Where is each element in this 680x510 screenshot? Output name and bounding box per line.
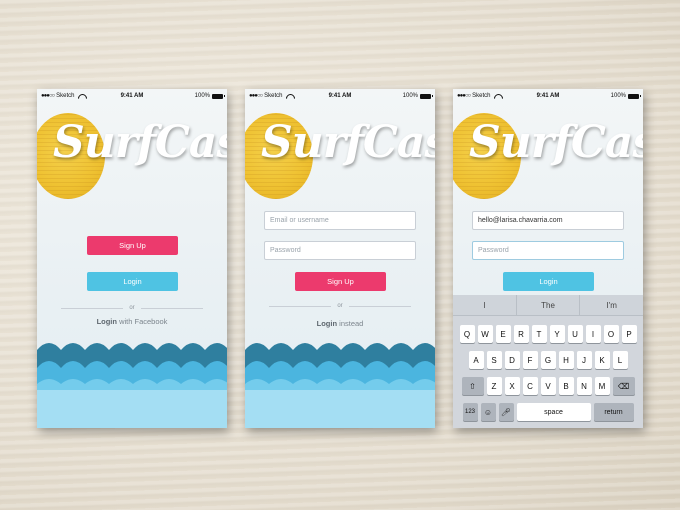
key[interactable]: J: [576, 351, 592, 369]
key[interactable]: K: [594, 351, 610, 369]
email-field[interactable]: hello@larisa.chavarria.com: [472, 211, 624, 230]
shift-key[interactable]: ⇧: [461, 377, 484, 395]
key[interactable]: E: [495, 325, 511, 343]
key[interactable]: V: [540, 377, 556, 395]
status-bar: ●●●○○ Sketch 9:41 AM 100%: [245, 89, 435, 103]
key[interactable]: I: [585, 325, 601, 343]
key[interactable]: D: [504, 351, 520, 369]
login-with-facebook-link[interactable]: Login with Facebook: [37, 317, 227, 326]
status-bar: ●●●○○ Sketch 9:41 AM 100%: [453, 89, 643, 103]
suggestion-item[interactable]: I'm: [579, 295, 643, 315]
phone-screen-welcome: ●●●○○Sketch 9:41 AM 100% SurfCast Sign U…: [37, 89, 227, 428]
link-rest: with Facebook: [116, 317, 168, 326]
status-bar: ●●●○○ Sketch 9:41 AM 100%: [37, 89, 227, 103]
or-divider: or: [269, 302, 411, 310]
or-divider: or: [61, 304, 203, 312]
space-key[interactable]: space: [516, 403, 591, 421]
link-bold: Login: [316, 319, 338, 328]
keyboard-row-1: Q W E R T Y U I O P: [453, 325, 643, 343]
key[interactable]: G: [540, 351, 556, 369]
battery-percent: 100%: [402, 93, 418, 99]
dictation-key[interactable]: 🎤︎: [498, 403, 514, 421]
key[interactable]: B: [558, 377, 574, 395]
sign-up-button[interactable]: Sign Up: [295, 272, 386, 291]
keyboard-row-3: ⇧ Z X C V B N M ⌫: [453, 377, 643, 395]
keyboard-row-4: 123 ☺ 🎤︎ space return: [453, 403, 643, 421]
key[interactable]: F: [522, 351, 538, 369]
backspace-icon: ⌫: [617, 381, 630, 391]
login-instead-link[interactable]: Login instead: [245, 319, 435, 328]
keyboard-row-2: A S D F G H J K L: [453, 351, 643, 369]
surfcast-logo: SurfCast: [53, 117, 227, 168]
key[interactable]: Q: [459, 325, 475, 343]
key[interactable]: M: [594, 377, 610, 395]
password-field[interactable]: Password: [472, 241, 624, 260]
key[interactable]: L: [612, 351, 628, 369]
key[interactable]: U: [567, 325, 583, 343]
password-field[interactable]: Password: [264, 241, 416, 260]
login-button[interactable]: Login: [503, 272, 594, 291]
microphone-icon: 🎤︎: [500, 407, 512, 417]
key[interactable]: O: [603, 325, 619, 343]
phone-screen-login-keyboard: ●●●○○Sketch 9:41 AM 100% SurfCast hello@…: [453, 89, 643, 428]
or-label: or: [129, 305, 135, 311]
key[interactable]: P: [621, 325, 637, 343]
login-button[interactable]: Login: [87, 272, 178, 291]
phone-screen-signup: ●●●○○Sketch 9:41 AM 100% SurfCast Email …: [245, 89, 435, 428]
key[interactable]: T: [531, 325, 547, 343]
key[interactable]: S: [486, 351, 502, 369]
return-key[interactable]: return: [593, 403, 634, 421]
key[interactable]: R: [513, 325, 529, 343]
emoji-icon: ☺: [483, 407, 493, 417]
suggestion-item[interactable]: I: [453, 295, 516, 315]
battery-icon: [628, 93, 641, 99]
or-label: or: [337, 303, 343, 309]
key[interactable]: C: [522, 377, 538, 395]
key[interactable]: A: [468, 351, 484, 369]
shift-icon: ⇧: [469, 381, 476, 391]
key[interactable]: Y: [549, 325, 565, 343]
battery-percent: 100%: [194, 93, 210, 99]
on-screen-keyboard: Q W E R T Y U I O P A S D F G H J K L ⇧ …: [453, 316, 643, 428]
surfcast-logo: SurfCast: [469, 117, 643, 168]
battery-icon: [212, 93, 225, 99]
link-rest: instead: [337, 319, 364, 328]
suggestion-item[interactable]: The: [515, 295, 580, 315]
battery-percent: 100%: [610, 93, 626, 99]
numbers-key[interactable]: 123: [462, 403, 478, 421]
key[interactable]: N: [576, 377, 592, 395]
email-field[interactable]: Email or username: [264, 211, 416, 230]
battery-icon: [420, 93, 433, 99]
link-bold: Login: [96, 317, 117, 326]
keyboard-suggestion-bar: I The I'm: [453, 295, 643, 316]
backspace-key[interactable]: ⌫: [612, 377, 635, 395]
key[interactable]: X: [504, 377, 520, 395]
sign-up-button[interactable]: Sign Up: [87, 236, 178, 255]
ocean-waves-graphic: [37, 343, 227, 428]
ocean-waves-graphic: [245, 343, 435, 428]
emoji-key[interactable]: ☺: [480, 403, 496, 421]
key[interactable]: H: [558, 351, 574, 369]
key[interactable]: Z: [486, 377, 502, 395]
key[interactable]: W: [477, 325, 493, 343]
surfcast-logo: SurfCast: [261, 117, 435, 168]
